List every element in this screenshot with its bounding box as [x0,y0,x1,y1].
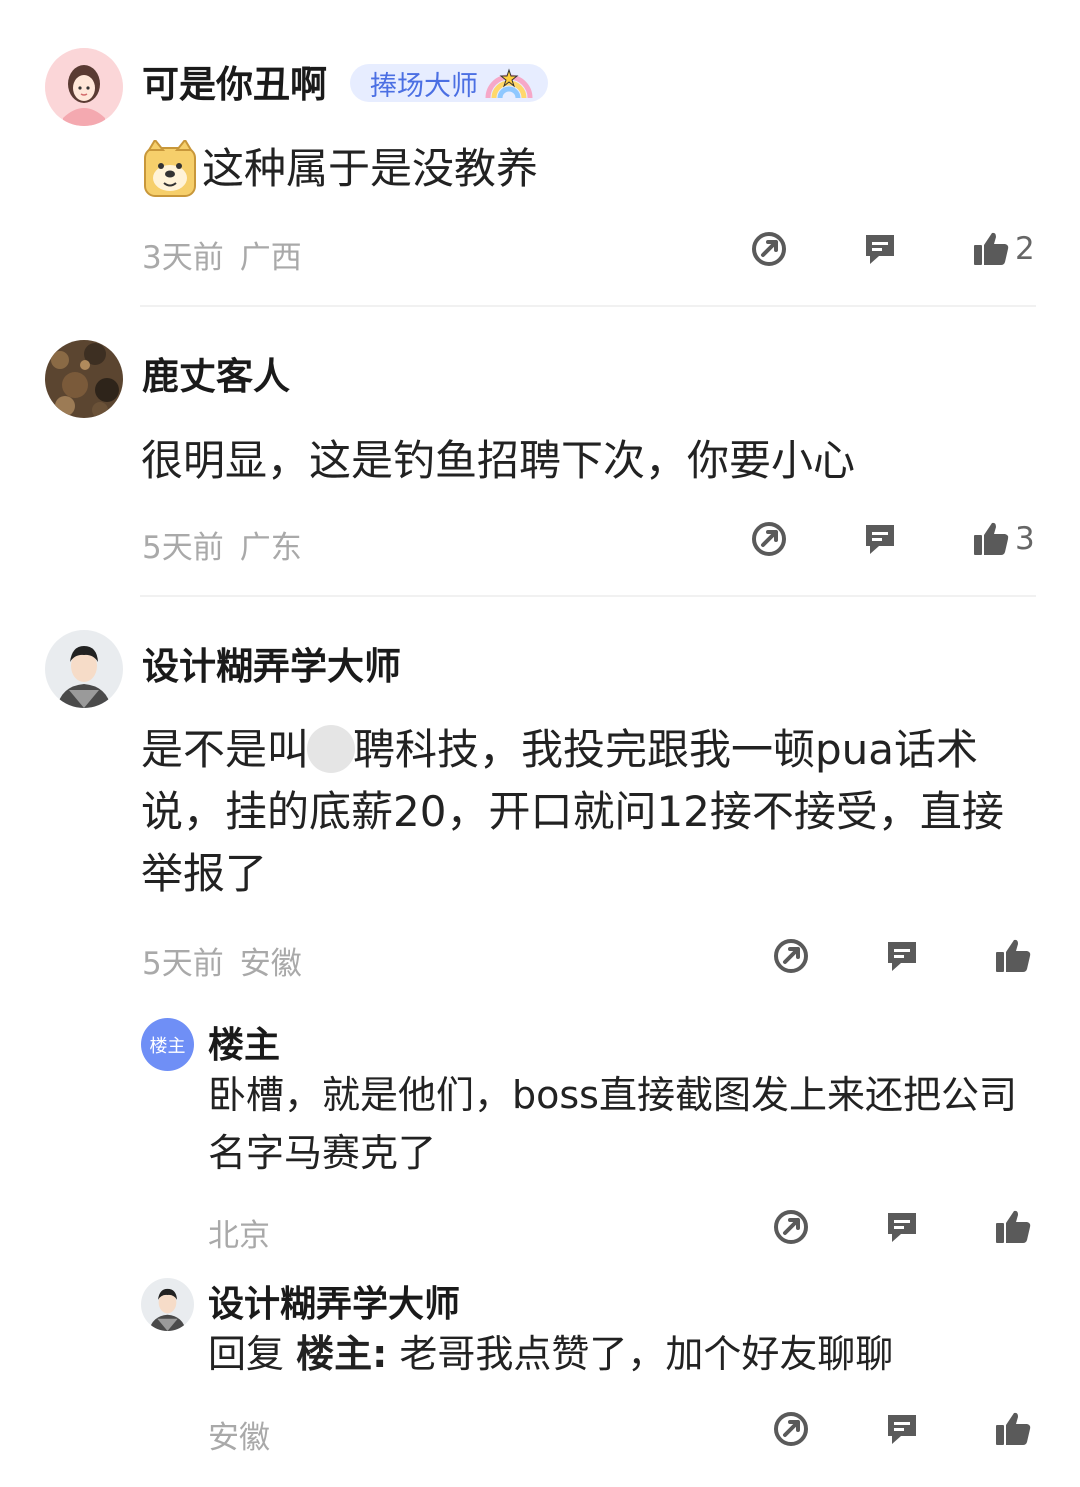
share-button[interactable] [771,936,811,976]
reply-prefix: 回复 [208,1332,285,1376]
comment-location: 广东 [239,530,302,566]
user-name[interactable]: 设计糊弄学大师 [142,648,401,685]
reply-target[interactable]: 楼主: [296,1332,387,1376]
comment-time: 5天前 [142,530,224,566]
reply-text: 卧槽，就是他们，boss直接截图发上来还把公司名字马赛克了 [208,1073,1017,1175]
user-badge: 捧场大师 [350,64,548,102]
owner-avatar[interactable]: 楼主 [141,1018,194,1071]
dog-emoji-icon [143,138,197,198]
like-count: 3 [1015,521,1035,557]
reply-location: 北京 [208,1218,270,1254]
reply-user-name[interactable]: 楼主 [208,1028,280,1064]
comment-icon [866,235,894,264]
owner-avatar-label: 楼主 [149,1035,186,1057]
share-button[interactable] [749,229,789,269]
user-avatar[interactable] [45,48,123,126]
reply-button[interactable] [882,936,922,976]
comment-text: 是不是叫 聘科技，我投完跟我一顿pua话术说，挂的底薪20，开口就问12接不接受，… [141,719,1031,905]
reply-button[interactable] [860,519,900,559]
thumbs-up-icon [996,1412,1031,1445]
share-icon [774,939,808,973]
share-icon [752,522,786,556]
thumbs-up-icon [974,232,1009,265]
comment-icon [888,1415,916,1444]
thumbs-up-icon [996,939,1031,972]
comment-text: 很明显，这是钓鱼招聘下次，你要小心 [141,436,856,485]
share-icon [752,232,786,266]
user-name[interactable]: 可是你丑啊 [142,66,327,103]
rainbow-icon [482,64,536,102]
reply-location: 安徽 [208,1420,270,1456]
share-button[interactable] [771,1409,811,1449]
user-avatar[interactable] [45,630,123,708]
comment-text: 这种属于是没教养 [202,144,539,193]
reply-body: 老哥我点赞了，加个好友聊聊 [399,1332,894,1376]
comment-icon [866,525,894,554]
user-avatar[interactable] [45,340,123,418]
reply-button[interactable] [860,229,900,269]
share-icon [774,1210,808,1244]
like-count: 2 [1015,231,1035,267]
share-button[interactable] [771,1207,811,1247]
divider [140,595,1036,597]
thumbs-up-icon [996,1210,1031,1243]
comment-location: 安徽 [239,946,302,982]
user-name[interactable]: 鹿丈客人 [142,358,290,395]
like-button[interactable]: 2 [971,229,1035,269]
reply-button[interactable] [882,1409,922,1449]
like-button[interactable] [993,936,1033,976]
comment-time: 3天前 [142,240,224,276]
comment-icon [888,1213,916,1242]
comment-meta: 3天前 广西 [142,232,302,277]
divider [140,305,1036,307]
user-avatar[interactable] [141,1278,194,1331]
like-button[interactable] [993,1409,1033,1449]
thumbs-up-icon [974,522,1009,555]
share-button[interactable] [749,519,789,559]
reply-button[interactable] [882,1207,922,1247]
comment-meta: 5天前 广东 [142,522,302,567]
comment-text-part: 是不是叫 [141,725,310,774]
share-icon [774,1412,808,1446]
mosaic-blur [307,724,356,773]
reply-user-name[interactable]: 设计糊弄学大师 [208,1287,460,1323]
like-button[interactable] [993,1207,1033,1247]
comment-icon [888,942,916,971]
comment-time: 5天前 [142,946,224,982]
comment-meta: 5天前 安徽 [142,938,302,983]
like-button[interactable]: 3 [971,519,1035,559]
badge-label: 捧场大师 [370,70,478,102]
comment-location: 广西 [239,240,302,276]
reply-text: 回复 楼主: 老哥我点赞了，加个好友聊聊 [208,1325,893,1383]
